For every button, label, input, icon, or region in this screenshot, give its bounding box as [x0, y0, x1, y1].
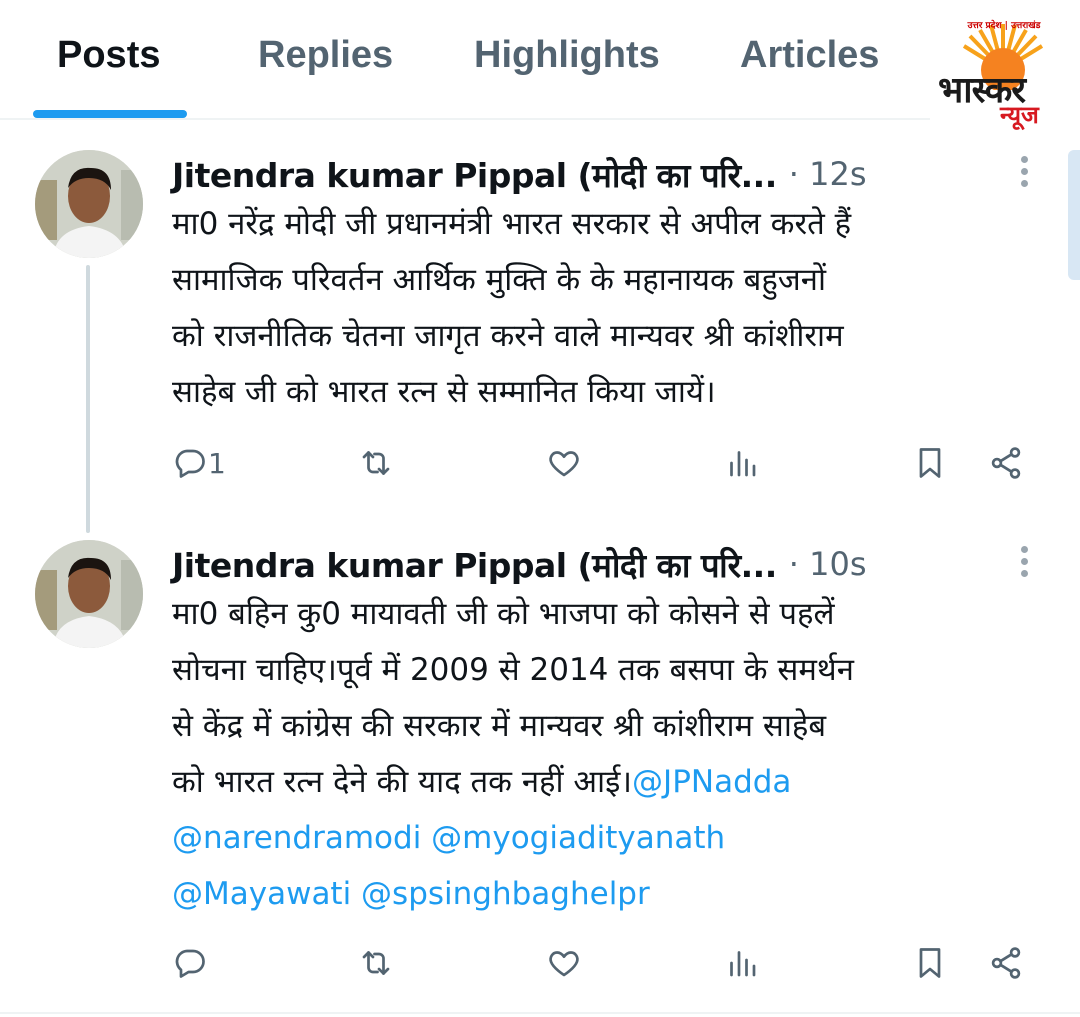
post-actions: 1 [172, 438, 1032, 488]
post-text: मा0 बहिन कु0 मायावती जी को भाजपा को कोसन… [172, 586, 1052, 922]
views-button[interactable] [724, 938, 760, 988]
share-button[interactable] [988, 938, 1024, 988]
mention-link[interactable]: @narendramodi @myogiadityanath [172, 820, 725, 856]
post-divider [0, 1012, 1080, 1014]
like-button[interactable] [546, 938, 582, 988]
avatar[interactable] [35, 150, 143, 258]
like-icon [549, 451, 579, 477]
reply-count: 1 [208, 446, 226, 480]
tab-posts[interactable]: Posts [57, 34, 160, 77]
post-time[interactable]: · 12s [789, 155, 867, 193]
post-actions [172, 938, 1032, 988]
bookmark-button[interactable] [912, 438, 948, 488]
like-icon [549, 951, 579, 977]
mention-link[interactable]: @JPNadda [632, 764, 791, 800]
post-header: Jitendra kumar Pippal (मोदी का परि... · … [172, 540, 867, 588]
post-header: Jitendra kumar Pippal (मोदी का परि... · … [172, 150, 867, 198]
author-name[interactable]: Jitendra kumar Pippal (मोदी का परि... [172, 152, 777, 197]
avatar[interactable] [35, 540, 143, 648]
bookmark-icon [919, 448, 941, 478]
scrollbar[interactable] [1068, 150, 1080, 280]
tab-highlights[interactable]: Highlights [474, 34, 660, 77]
mention-link[interactable]: @Mayawati @spsinghbaghelpr [172, 876, 650, 912]
logo-word-news: न्यूज [1000, 101, 1039, 129]
bookmark-button[interactable] [912, 938, 948, 988]
repost-icon [362, 951, 390, 975]
more-icon[interactable] [1013, 546, 1035, 586]
thread-connector [86, 265, 90, 533]
bhaskar-news-logo: उत्तर प्रदेश | उत्तराखंड भास्कर न्यूज [934, 14, 1074, 129]
views-icon [730, 951, 756, 977]
share-button[interactable] [988, 438, 1024, 488]
profile-tabs: Posts Replies Highlights Articles [0, 0, 930, 120]
tab-articles[interactable]: Articles [740, 34, 879, 77]
tab-replies[interactable]: Replies [258, 34, 393, 77]
reply-button[interactable] [172, 938, 208, 988]
repost-button[interactable] [358, 938, 394, 988]
reply-icon [175, 949, 205, 978]
share-icon [991, 447, 1021, 479]
like-button[interactable] [546, 438, 582, 488]
repost-button[interactable] [358, 438, 394, 488]
views-icon [730, 451, 756, 477]
post-time[interactable]: · 10s [789, 545, 867, 583]
reply-button[interactable]: 1 [172, 438, 226, 488]
more-icon[interactable] [1013, 156, 1035, 196]
share-icon [991, 947, 1021, 979]
author-name[interactable]: Jitendra kumar Pippal (मोदी का परि... [172, 542, 777, 587]
logo-region-text: उत्तर प्रदेश | उत्तराखंड [967, 21, 1041, 31]
repost-icon [362, 451, 390, 475]
bookmark-icon [919, 948, 941, 978]
active-tab-indicator [33, 110, 187, 118]
views-button[interactable] [724, 438, 760, 488]
reply-icon [175, 449, 205, 478]
post-text: मा0 नरेंद्र मोदी जी प्रधानमंत्री भारत सर… [172, 206, 852, 410]
